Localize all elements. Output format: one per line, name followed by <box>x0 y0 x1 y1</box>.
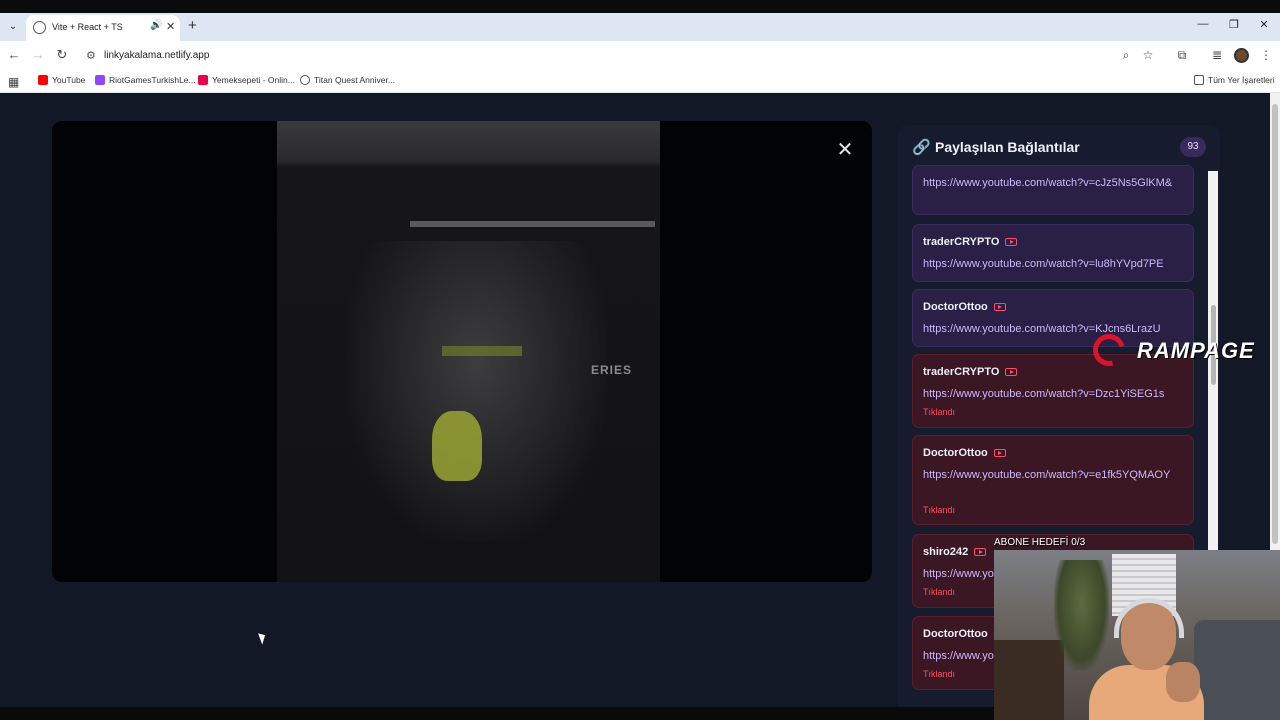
bookmark-titanquest[interactable]: Titan Quest Anniver... <box>300 75 395 85</box>
extensions-icon[interactable]: ⧉ <box>1174 48 1190 63</box>
window-close-icon[interactable]: ✕ <box>1254 18 1274 31</box>
video-frame: ERIES <box>277 121 660 582</box>
bookmarks-bar: ▦ YouTube RiotGamesTurkishLe... Yemeksep… <box>0 70 1280 93</box>
all-bookmarks[interactable]: Tüm Yer İşaretleri <box>1194 75 1275 85</box>
link-url[interactable]: https://www.youtube.com/watch?v=Dzc1YiSE… <box>923 386 1187 402</box>
username: shiro242 <box>923 546 987 558</box>
panel-title: Paylaşılan Bağlantılar <box>935 139 1080 155</box>
url-text: linkyakalama.netlify.app <box>104 50 210 61</box>
username-text: traderCRYPTO <box>923 236 1000 248</box>
os-top-strip <box>0 0 1280 13</box>
screen: ⌄ Vite + React + TS 🔊 ✕ + — ❐ ✕ ← → ↻ ⚙ … <box>0 0 1280 720</box>
close-video-icon[interactable]: ✕ <box>834 139 856 161</box>
yemeksepeti-icon <box>198 75 208 85</box>
username: traderCRYPTO <box>923 366 1018 378</box>
bookmark-label: Tüm Yer İşaretleri <box>1208 75 1275 85</box>
back-icon[interactable]: ← <box>6 47 22 62</box>
video-banner <box>410 221 655 227</box>
username: DoctorOttoo <box>923 447 1006 459</box>
link-icon: 🔗 <box>912 139 931 156</box>
video-overlay-text: ERIES <box>591 363 633 377</box>
youtube-icon <box>993 449 1006 457</box>
menu-icon[interactable]: ⋮ <box>1258 48 1274 62</box>
rampage-logo: RAMPAGE <box>1087 328 1273 372</box>
webcam-sofa <box>1194 620 1280 720</box>
folder-icon <box>1194 75 1204 85</box>
page-scrollbar-thumb[interactable] <box>1272 104 1278 544</box>
bookmark-label: Yemeksepeti - Onlin... <box>212 75 295 85</box>
rampage-swirl-icon <box>1087 328 1131 372</box>
username-text: DoctorOttoo <box>923 301 988 313</box>
username-text: DoctorOttoo <box>923 628 988 640</box>
username: DoctorOttoo <box>923 301 1006 313</box>
webcam-person-hand <box>1166 662 1200 702</box>
new-tab-icon[interactable]: + <box>188 17 197 34</box>
rampage-logo-text: RAMPAGE <box>1137 338 1255 363</box>
youtube-icon <box>38 75 48 85</box>
address-bar[interactable]: ⚙ linkyakalama.netlify.app <box>80 44 1165 67</box>
video-player[interactable]: ERIES ✕ <box>52 121 872 582</box>
apps-grid-icon[interactable]: ▦ <box>8 75 19 89</box>
twitch-icon <box>95 75 105 85</box>
minimize-icon[interactable]: — <box>1193 18 1213 30</box>
video-shirt-stripe <box>442 346 522 356</box>
list-item[interactable]: https://www.youtube.com/watch?v=cJz5Ns5G… <box>912 165 1194 215</box>
youtube-icon <box>993 303 1006 311</box>
speaker-icon[interactable]: 🔊 <box>150 20 162 31</box>
link-url[interactable]: https://www.youtube.com/watch?v=lu8hYVpd… <box>923 256 1187 272</box>
globe-icon <box>33 21 46 34</box>
link-url[interactable]: https://www.youtube.com/watch?v=cJz5Ns5G… <box>923 175 1187 191</box>
link-url[interactable]: https://www.youtube.com/watch?v=e1fk5YQM… <box>923 467 1187 483</box>
profile-avatar[interactable] <box>1234 48 1249 63</box>
bookmark-star-icon[interactable]: ☆ <box>1140 48 1156 62</box>
zoom-icon[interactable]: ⌕ <box>1118 48 1134 63</box>
globe-icon <box>300 75 310 85</box>
clicked-status: Tıklandı <box>923 669 956 679</box>
link-count-badge: 93 <box>1180 137 1206 157</box>
username-text: shiro242 <box>923 546 969 558</box>
site-info-icon[interactable]: ⚙ <box>86 49 96 62</box>
youtube-icon <box>974 548 987 556</box>
clicked-status: Tıklandı <box>923 505 956 515</box>
webcam-feed <box>994 550 1280 720</box>
tab-title: Vite + React + TS <box>52 22 123 32</box>
list-item[interactable]: traderCRYPTO https://www.youtube.com/wat… <box>912 224 1194 282</box>
bookmark-label: Titan Quest Anniver... <box>314 75 395 85</box>
clicked-status: Tıklandı <box>923 587 956 597</box>
video-shirt-logo <box>432 411 482 481</box>
toolbar: ← → ↻ ⚙ linkyakalama.netlify.app ⌕ ☆ ⧉ ≣… <box>0 41 1280 70</box>
username: traderCRYPTO <box>923 236 1018 248</box>
username-text: traderCRYPTO <box>923 366 1000 378</box>
media-controls-icon[interactable]: ≣ <box>1209 48 1225 62</box>
tab-search-icon[interactable]: ⌄ <box>4 19 22 35</box>
bookmark-yemeksepeti[interactable]: Yemeksepeti - Onlin... <box>198 75 295 85</box>
bookmark-label: RiotGamesTurkishLe... <box>109 75 196 85</box>
bookmark-youtube[interactable]: YouTube <box>38 75 85 85</box>
subscriber-goal: ABONE HEDEFİ 0/3 <box>994 537 1086 548</box>
youtube-icon <box>1005 368 1018 376</box>
bookmark-label: YouTube <box>52 75 86 85</box>
list-item[interactable]: DoctorOttoo https://www.youtube.com/watc… <box>912 435 1194 525</box>
webcam-plant <box>1054 560 1109 670</box>
username-text: DoctorOttoo <box>923 447 988 459</box>
youtube-icon <box>1005 238 1018 246</box>
active-tab[interactable]: Vite + React + TS 🔊 ✕ <box>26 15 180 41</box>
clicked-status: Tıklandı <box>923 407 956 417</box>
forward-icon[interactable]: → <box>30 47 46 62</box>
video-person <box>347 241 607 541</box>
reload-icon[interactable]: ↻ <box>54 47 70 63</box>
tab-close-icon[interactable]: ✕ <box>166 20 175 33</box>
tab-strip: ⌄ Vite + React + TS 🔊 ✕ + — ❐ ✕ <box>0 13 1280 41</box>
bookmark-riotgames[interactable]: RiotGamesTurkishLe... <box>95 75 196 85</box>
restore-icon[interactable]: ❐ <box>1224 18 1244 31</box>
